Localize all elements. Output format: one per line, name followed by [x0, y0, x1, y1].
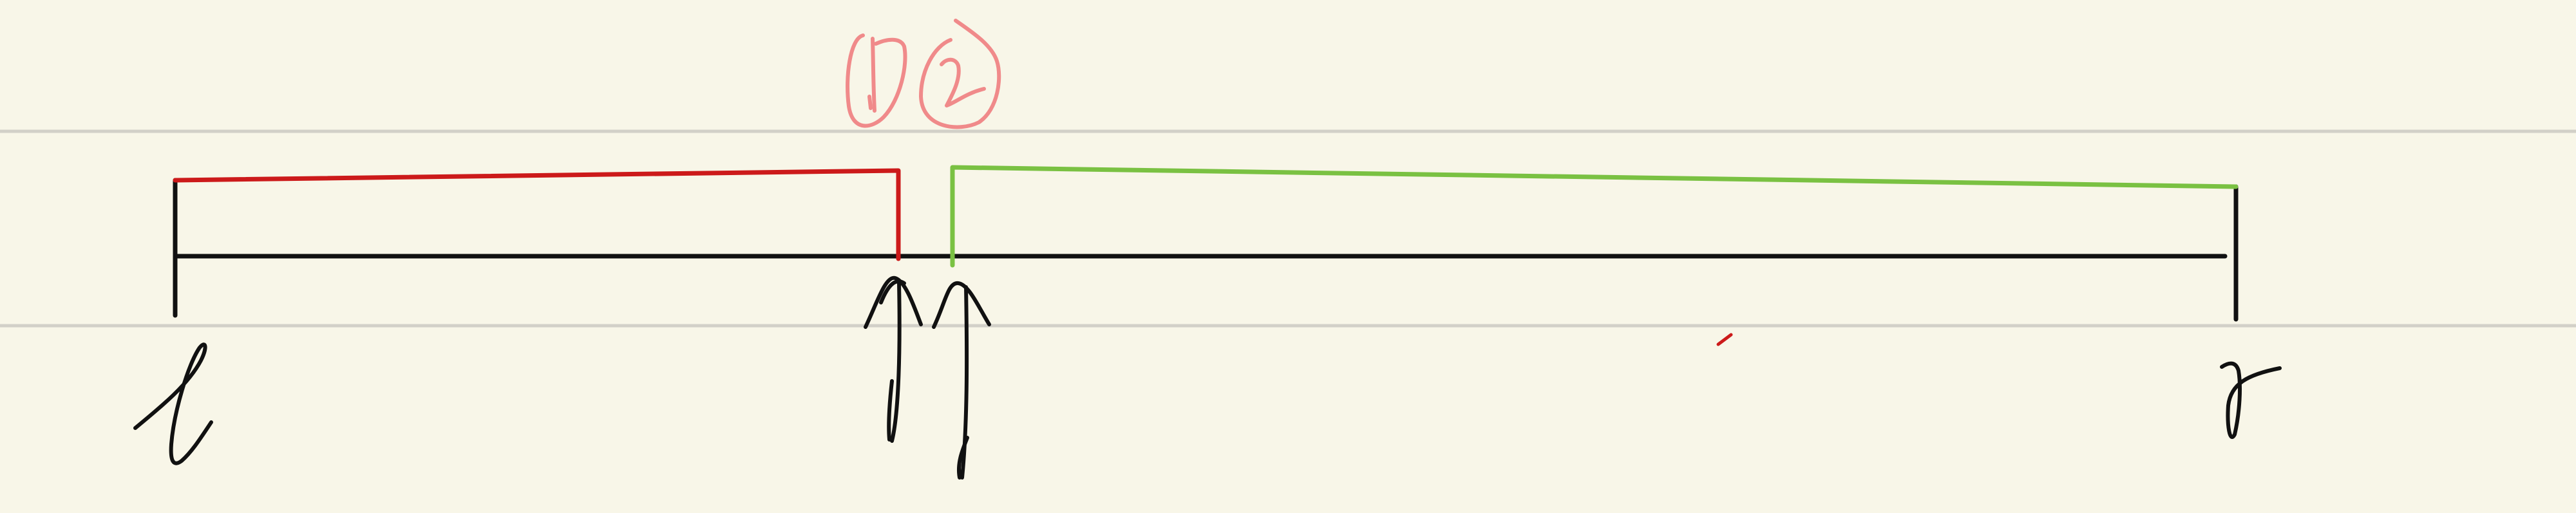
left-end-label [133, 342, 213, 465]
first-half-bracket [173, 168, 901, 261]
mid-plus-one-arrow [932, 281, 991, 480]
left-end-label-text: l [0, 0, 1, 1]
stray-red-mark [1716, 333, 1733, 346]
annotation-one [846, 33, 907, 128]
second-half-bracket [950, 165, 2239, 268]
annotation-one-text: ① [0, 0, 1, 1]
right-end-label [2220, 361, 2282, 439]
annotation-two [919, 19, 1001, 129]
mid-arrow [864, 275, 923, 443]
diagram-svg: l r ① ② [0, 0, 2576, 480]
right-end-label-text: r [0, 0, 1, 1]
annotation-two-text: ② [0, 0, 1, 1]
whiteboard-canvas[interactable]: l r ① ② [0, 0, 2576, 513]
